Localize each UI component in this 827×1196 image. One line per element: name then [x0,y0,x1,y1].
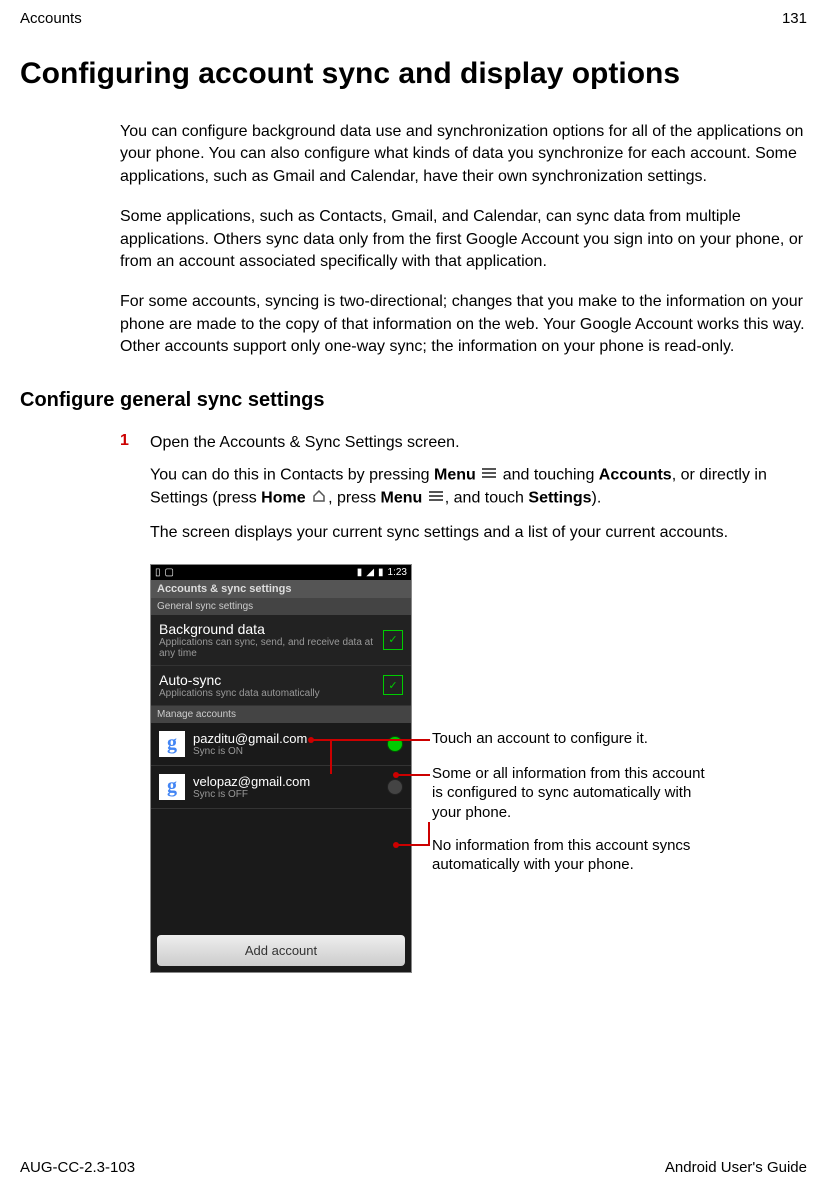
autosync-row[interactable]: Auto-sync Applications sync data automat… [151,666,411,706]
notif-icon: ▢ [165,567,174,578]
callout-dot [308,737,314,743]
bg-data-row[interactable]: Background data Applications can sync, s… [151,615,411,666]
google-icon: g [159,731,185,757]
page-title: Configuring account sync and display opt… [20,57,807,91]
phone-spacer [151,809,411,929]
phone-screen-title: Accounts & sync settings [151,580,411,598]
step-text: Open the Accounts & Sync Settings screen… [150,432,807,454]
account-row-1[interactable]: g pazditu@gmail.com Sync is ON [151,723,411,766]
callout-2: Some or all information from this accoun… [432,764,712,823]
account-email: velopaz@gmail.com [193,774,387,789]
callout-line [395,844,430,846]
intro-para-1: You can configure background data use an… [120,121,807,188]
header-page-number: 131 [782,10,807,27]
menu-icon [429,487,443,509]
google-icon: g [159,774,185,800]
wifi-icon: ◢ [366,567,374,578]
phone-screenshot: ▯ ▢ ▮ ◢ ▮ 1:23 Accounts & sync settings … [150,564,412,973]
autosync-sub: Applications sync data automatically [159,688,383,699]
page: Accounts 131 Configuring account sync an… [0,0,827,1196]
callout-3: No information from this account syncs a… [432,836,712,875]
battery-icon: ▮ [378,567,384,578]
step-1: 1 Open the Accounts & Sync Settings scre… [120,432,807,454]
callout-dot [393,842,399,848]
bg-data-sub: Applications can sync, send, and receive… [159,637,383,659]
step-sub-1: You can do this in Contacts by pressing … [150,464,807,510]
bg-data-title: Background data [159,621,383,637]
callout-dot [393,772,399,778]
step-number: 1 [120,432,150,454]
callout-line [428,822,430,844]
autosync-checkbox[interactable]: ✓ [383,675,403,695]
running-footer: AUG-CC-2.3-103 Android User's Guide [20,1159,807,1176]
signal-icon: ▮ [357,567,363,578]
bg-data-checkbox[interactable]: ✓ [383,630,403,650]
account-row-2[interactable]: g velopaz@gmail.com Sync is OFF [151,766,411,809]
step-sub-2: The screen displays your current sync se… [150,522,807,544]
autosync-title: Auto-sync [159,672,383,688]
account-status: Sync is OFF [193,789,387,800]
screenshot-area: ▯ ▢ ▮ ◢ ▮ 1:23 Accounts & sync settings … [150,564,807,973]
phone-subheader-general: General sync settings [151,598,411,615]
menu-icon [482,464,496,486]
intro-para-2: Some applications, such as Contacts, Gma… [120,206,807,273]
sync-indicator-off [387,779,403,795]
add-account-button[interactable]: Add account [157,935,405,966]
account-status: Sync is ON [193,746,387,757]
callout-line [330,739,332,774]
intro-para-3: For some accounts, syncing is two-direct… [120,291,807,358]
footer-guide-name: Android User's Guide [665,1159,807,1176]
callout-line [310,739,430,741]
home-icon [312,487,326,509]
callout-1: Touch an account to configure it. [432,729,712,749]
phone-subheader-manage: Manage accounts [151,706,411,723]
clock: 1:23 [388,567,407,578]
usb-icon: ▯ [155,567,161,578]
phone-statusbar: ▯ ▢ ▮ ◢ ▮ 1:23 [151,565,411,580]
section-heading: Configure general sync settings [20,389,807,412]
footer-doc-id: AUG-CC-2.3-103 [20,1159,135,1176]
callout-line [395,774,430,776]
header-section: Accounts [20,10,82,27]
running-header: Accounts 131 [20,10,807,27]
